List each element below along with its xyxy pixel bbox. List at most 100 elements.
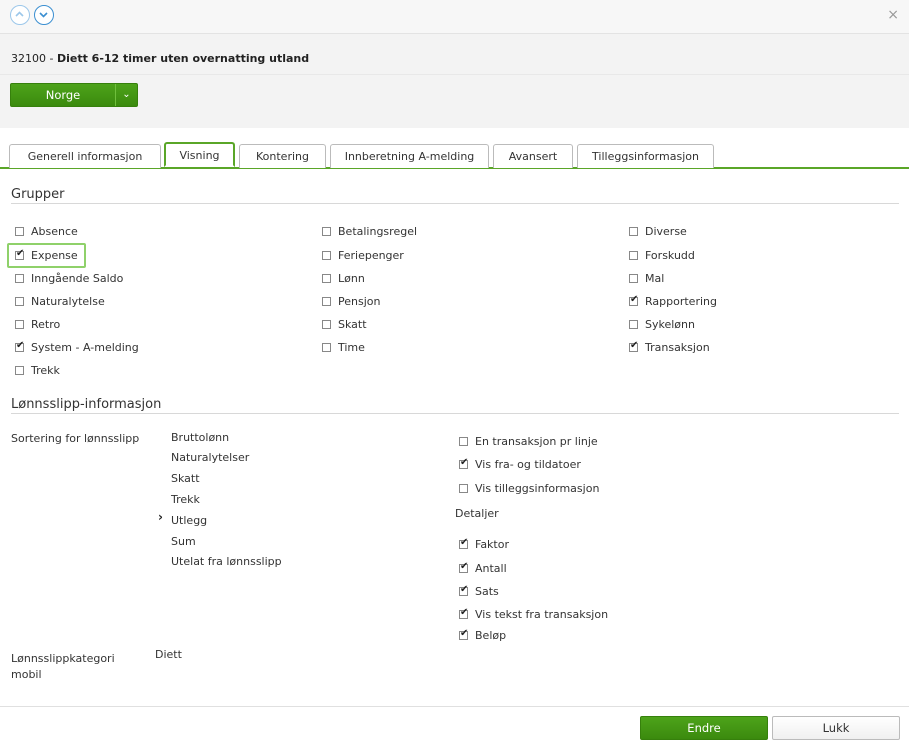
group-checkbox-expense[interactable]: ✔ Expense — [15, 247, 78, 263]
checkbox[interactable]: ✔ — [459, 584, 468, 596]
page-title: 32100 - Diett 6-12 timer uten overnattin… — [11, 52, 309, 65]
top-toolbar: × — [0, 0, 909, 34]
tab-kontering[interactable]: Kontering — [239, 144, 326, 168]
checkbox[interactable]: ✔ — [459, 627, 469, 640]
sort-item[interactable]: Trekk — [171, 493, 200, 506]
edit-button[interactable]: Endre — [640, 716, 768, 740]
checkbox[interactable] — [459, 436, 468, 446]
checkbox[interactable] — [15, 273, 24, 283]
checkbox[interactable] — [15, 296, 24, 306]
checkbox[interactable] — [629, 319, 638, 329]
detail-checkbox-faktor[interactable]: ✔ Faktor — [459, 536, 509, 552]
checkbox-label: Transaksjon — [645, 340, 710, 354]
group-checkbox-inngaende-saldo[interactable]: Inngående Saldo — [15, 270, 123, 286]
checkbox[interactable] — [629, 226, 638, 236]
previous-record-button[interactable] — [10, 5, 30, 25]
tab-visning[interactable]: Visning — [164, 142, 235, 167]
checkbox[interactable] — [629, 273, 638, 283]
group-checkbox-naturalytelse[interactable]: Naturalytelse — [15, 293, 105, 309]
checkbox[interactable]: ✔ — [629, 294, 638, 306]
checkbox[interactable]: ✔ — [15, 339, 25, 352]
checkbox[interactable]: ✔ — [459, 537, 468, 549]
groups-divider — [11, 203, 899, 204]
group-checkbox-betalingsregel[interactable]: Betalingsregel — [322, 223, 417, 239]
sort-item[interactable]: Naturalytelser — [171, 451, 249, 464]
checkbox-label: Absence — [31, 224, 78, 238]
detail-checkbox-antall[interactable]: ✔ Antall — [459, 560, 507, 576]
checkbox[interactable] — [15, 226, 24, 236]
checkbox-label: Lønn — [338, 271, 365, 285]
group-checkbox-time[interactable]: Time — [322, 339, 365, 355]
option-checkbox-vis-tilleggsinformasjon[interactable]: Vis tilleggsinformasjon — [459, 480, 599, 496]
group-checkbox-mal[interactable]: Mal — [629, 270, 664, 286]
chevron-down-icon[interactable]: ⌄ — [116, 84, 137, 106]
group-checkbox-absence[interactable]: Absence — [15, 223, 78, 239]
checkbox[interactable] — [322, 342, 331, 352]
checkmark-icon: ✔ — [460, 606, 469, 618]
checkbox[interactable] — [459, 483, 468, 493]
group-checkbox-skatt[interactable]: Skatt — [322, 316, 367, 332]
checkbox[interactable] — [15, 365, 24, 375]
checkbox[interactable] — [322, 273, 331, 283]
checkbox[interactable] — [15, 319, 24, 329]
country-split-button[interactable]: Norge ⌄ — [10, 83, 138, 107]
footer-divider — [0, 706, 909, 707]
detail-checkbox-sats[interactable]: ✔ Sats — [459, 583, 499, 599]
checkbox-label: Beløp — [475, 628, 507, 642]
checkbox-label: Naturalytelse — [31, 294, 105, 308]
checkbox[interactable] — [322, 250, 331, 260]
title-separator: - — [46, 52, 57, 65]
close-button[interactable]: Lukk — [772, 716, 900, 740]
payslip-divider — [11, 413, 899, 414]
chevron-right-icon: › — [158, 510, 163, 524]
option-checkbox-en-transaksjon[interactable]: En transaksjon pr linje — [459, 433, 598, 449]
detail-checkbox-vis-tekst[interactable]: ✔ Vis tekst fra transaksjon — [459, 606, 608, 622]
next-record-button[interactable] — [34, 5, 54, 25]
checkbox-label: Skatt — [338, 317, 367, 331]
group-checkbox-forskudd[interactable]: Forskudd — [629, 247, 695, 263]
group-checkbox-sykelonn[interactable]: Sykelønn — [629, 316, 695, 332]
group-checkbox-diverse[interactable]: Diverse — [629, 223, 687, 239]
sort-item[interactable]: Bruttolønn — [171, 431, 229, 444]
group-checkbox-lonn[interactable]: Lønn — [322, 270, 365, 286]
checkbox[interactable] — [322, 319, 331, 329]
checkbox-label: Inngående Saldo — [31, 271, 124, 285]
close-icon[interactable]: × — [887, 8, 899, 22]
checkmark-icon: ✔ — [460, 627, 469, 639]
group-checkbox-system-a-melding[interactable]: ✔ System - A-melding — [15, 339, 139, 355]
checkbox[interactable]: ✔ — [459, 561, 468, 573]
checkbox[interactable]: ✔ — [629, 340, 638, 352]
checkbox[interactable]: ✔ — [459, 457, 468, 469]
group-checkbox-retro[interactable]: Retro — [15, 316, 60, 332]
group-checkbox-feriepenger[interactable]: Feriepenger — [322, 247, 404, 263]
checkbox-label: Mal — [645, 271, 665, 285]
details-label: Detaljer — [455, 507, 499, 520]
checkbox-label: Time — [338, 340, 365, 354]
group-checkbox-rapportering[interactable]: ✔ Rapportering — [629, 293, 717, 309]
checkbox[interactable] — [322, 296, 331, 306]
checkbox[interactable] — [322, 226, 331, 236]
group-checkbox-trekk[interactable]: Trekk — [15, 362, 60, 378]
checkbox-label: Betalingsregel — [338, 224, 418, 238]
group-checkbox-transaksjon[interactable]: ✔ Transaksjon — [629, 339, 710, 355]
payslip-heading: Lønnsslipp-informasjon — [11, 397, 162, 412]
tab-generell-informasjon[interactable]: Generell informasjon — [9, 144, 161, 168]
sort-item-selected[interactable]: Utlegg — [171, 514, 207, 527]
tab-tilleggsinformasjon[interactable]: Tilleggsinformasjon — [577, 144, 714, 168]
checkbox[interactable] — [629, 250, 638, 260]
group-checkbox-pensjon[interactable]: Pensjon — [322, 293, 380, 309]
tab-avansert[interactable]: Avansert — [493, 144, 573, 168]
tab-innberetning-a-melding[interactable]: Innberetning A-melding — [330, 144, 489, 168]
checkbox[interactable]: ✔ — [15, 248, 24, 260]
sort-item[interactable]: Sum — [171, 535, 196, 548]
tab-bar: Generell informasjon Visning Kontering I… — [0, 142, 909, 169]
country-button[interactable]: Norge — [11, 84, 115, 106]
checkbox[interactable]: ✔ — [459, 606, 469, 619]
checkmark-icon: ✔ — [16, 339, 25, 351]
chevron-down-icon — [39, 12, 48, 18]
checkbox-label: Expense — [31, 248, 78, 262]
sort-item[interactable]: Skatt — [171, 472, 200, 485]
option-checkbox-vis-datoer[interactable]: ✔ Vis fra- og tildatoer — [459, 456, 581, 472]
detail-checkbox-belop[interactable]: ✔ Beløp — [459, 627, 506, 643]
sort-item[interactable]: Utelat fra lønnsslipp — [171, 555, 282, 568]
